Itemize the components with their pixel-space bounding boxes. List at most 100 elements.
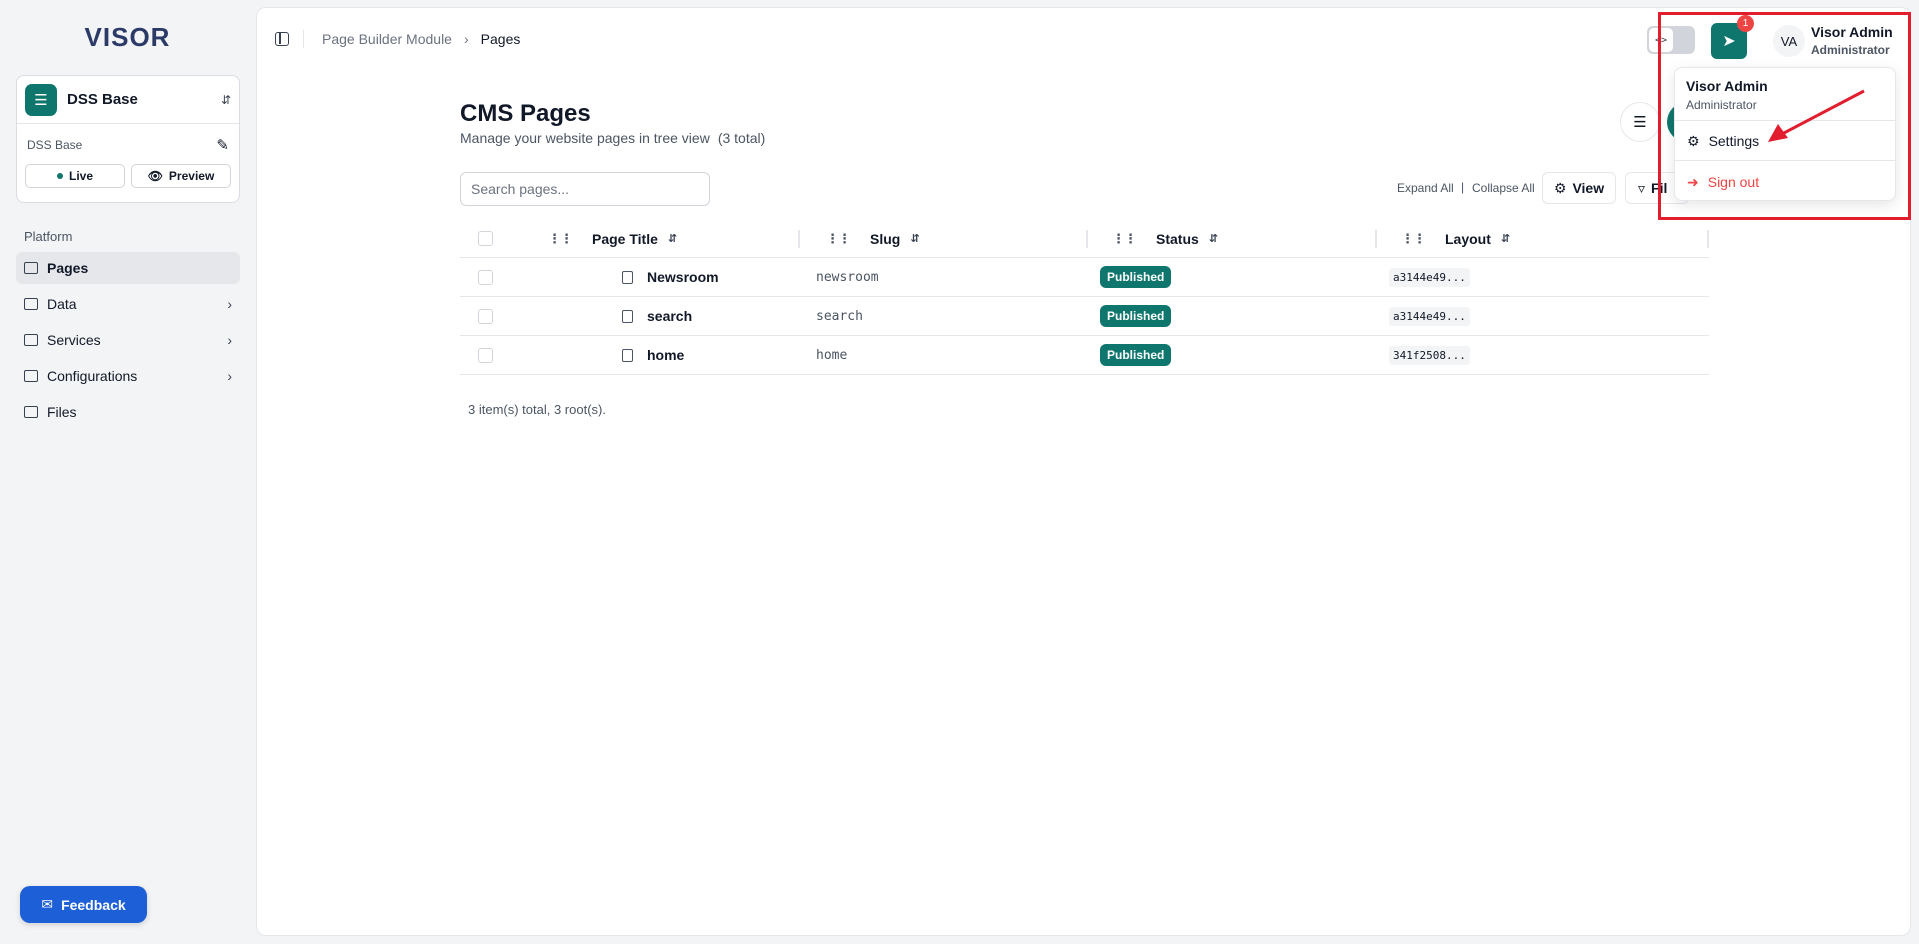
drag-handle-icon[interactable]: ⋮⋮ (548, 231, 573, 247)
workspace-card: ☰ DSS Base ⇵ DSS Base ✎ Live 👁 Preview (16, 75, 240, 203)
collapse-all-link[interactable]: Collapse All (1472, 181, 1535, 195)
status-badge: Published (1100, 344, 1172, 366)
document-icon (622, 270, 633, 284)
expand-all-link[interactable]: Expand All (1397, 181, 1454, 195)
database-icon: ☰ (25, 83, 57, 116)
sidebar-item-configurations[interactable]: Configurations › (16, 360, 240, 392)
column-label: Slug (870, 230, 901, 247)
live-button[interactable]: Live (25, 164, 125, 188)
workspace-switcher[interactable]: ☰ DSS Base ⇵ (17, 76, 239, 124)
view-button[interactable]: ⚙ View (1542, 172, 1616, 204)
column-page-title[interactable]: ⋮⋮ Page Title ⇵ (510, 220, 800, 257)
select-all-cell (460, 220, 510, 257)
page-count: (3 total) (717, 130, 766, 146)
folder-icon (24, 298, 38, 310)
eye-icon: 👁 (147, 169, 163, 183)
column-label: Page Title (592, 230, 658, 247)
visor-logo[interactable]: VISOR (0, 22, 255, 53)
sidebar-item-label: Configurations (47, 368, 138, 384)
folder-icon (24, 406, 38, 418)
sidebar-item-files[interactable]: Files (16, 396, 240, 428)
document-icon (622, 309, 633, 323)
sidebar-item-data[interactable]: Data › (16, 288, 240, 320)
chevron-right-icon: › (227, 368, 232, 384)
list-tree-icon: ☰ (1633, 114, 1647, 131)
breadcrumb: Page Builder Module › Pages (322, 31, 520, 47)
layout-id: a3144e49... (1389, 267, 1470, 287)
chevron-right-icon: › (227, 296, 232, 312)
view-label: View (1572, 180, 1605, 196)
sidebar-item-pages[interactable]: Pages (16, 252, 240, 284)
page-title: CMS Pages (460, 100, 591, 127)
sidebar-nav: Pages Data › Services › Configurations ›… (16, 252, 240, 432)
feedback-label: Feedback (61, 896, 126, 913)
folder-icon (24, 370, 38, 382)
pencil-icon[interactable]: ✎ (216, 136, 229, 154)
layout-id: 341f2508... (1389, 345, 1470, 365)
sidebar-item-label: Files (47, 404, 77, 420)
drag-handle-icon[interactable]: ⋮⋮ (1112, 231, 1137, 247)
search-input[interactable] (460, 172, 710, 206)
breadcrumb-current: Pages (480, 31, 521, 47)
workspace-sub-name: DSS Base (27, 138, 83, 152)
sidebar-item-label: Data (47, 296, 77, 312)
sidebar-item-label: Pages (47, 260, 89, 276)
sort-icon[interactable]: ⇵ (1209, 232, 1218, 245)
slug-cell: search (816, 308, 863, 324)
page-title-text: Newsroom (647, 269, 719, 285)
chevron-right-icon: › (227, 332, 232, 348)
breadcrumb-link[interactable]: Page Builder Module (322, 31, 452, 47)
workspace-name: DSS Base (67, 91, 138, 108)
page-title-cell[interactable]: search (510, 308, 692, 324)
live-label: Live (68, 169, 93, 183)
table-row[interactable]: Newsroom newsroom Published a3144e49... (460, 258, 1709, 297)
table-row[interactable]: home home Published 341f2508... (460, 336, 1709, 375)
table-row[interactable]: search search Published a3144e49... (460, 297, 1709, 336)
pages-icon (24, 262, 38, 274)
slug-cell: newsroom (816, 269, 879, 285)
select-all-checkbox[interactable] (477, 231, 493, 246)
page-title-text: home (647, 347, 685, 363)
row-checkbox[interactable] (477, 269, 493, 285)
status-badge: Published (1100, 305, 1172, 327)
nav-section-label: Platform (24, 229, 73, 244)
page-subtitle: Manage your website pages in tree view (3… (460, 130, 765, 146)
sort-icon[interactable]: ⇵ (1501, 232, 1510, 245)
column-layout[interactable]: ⋮⋮ Layout ⇵ (1377, 220, 1709, 257)
preview-label: Preview (168, 169, 215, 183)
chevron-right-icon: › (463, 31, 469, 47)
sort-icon[interactable]: ⇵ (910, 232, 919, 245)
sort-icon[interactable]: ⇵ (668, 232, 677, 245)
sidebar-toggle-icon[interactable] (275, 32, 289, 46)
table-footer: 3 item(s) total, 3 root(s). (468, 402, 606, 417)
row-checkbox[interactable] (477, 347, 493, 363)
document-icon (622, 348, 633, 362)
sliders-icon: ⚙ (1553, 179, 1567, 196)
folder-icon (24, 334, 38, 346)
divider (303, 30, 304, 48)
chat-icon: ✉ (41, 896, 54, 912)
sidebar-item-label: Services (47, 332, 101, 348)
column-slug[interactable]: ⋮⋮ Slug ⇵ (800, 220, 1088, 257)
sidebar-item-services[interactable]: Services › (16, 324, 240, 356)
subtitle-text: Manage your website pages in tree view (460, 130, 710, 146)
feedback-button[interactable]: ✉ Feedback (20, 886, 147, 923)
tree-view-button[interactable]: ☰ (1620, 102, 1660, 142)
table-header: ⋮⋮ Page Title ⇵ ⋮⋮ Slug ⇵ ⋮⋮ Status ⇵ ⋮⋮… (460, 220, 1709, 258)
page-title-text: search (647, 308, 693, 324)
layout-id: a3144e49... (1389, 306, 1470, 326)
column-status[interactable]: ⋮⋮ Status ⇵ (1088, 220, 1377, 257)
drag-handle-icon[interactable]: ⋮⋮ (1401, 231, 1426, 247)
preview-button[interactable]: 👁 Preview (131, 164, 231, 188)
chevron-up-down-icon: ⇵ (220, 92, 231, 107)
page-title-cell[interactable]: Newsroom (510, 269, 719, 285)
page-title-cell[interactable]: home (510, 347, 684, 363)
column-label: Layout (1445, 230, 1491, 247)
filter-icon: ▿ (1638, 179, 1646, 196)
pages-table: ⋮⋮ Page Title ⇵ ⋮⋮ Slug ⇵ ⋮⋮ Status ⇵ ⋮⋮… (460, 220, 1709, 375)
live-dot-icon (56, 173, 63, 179)
sidebar: VISOR ☰ DSS Base ⇵ DSS Base ✎ Live 👁 Pre… (0, 0, 255, 944)
row-checkbox[interactable] (477, 308, 493, 324)
status-badge: Published (1100, 266, 1172, 288)
drag-handle-icon[interactable]: ⋮⋮ (826, 231, 851, 247)
